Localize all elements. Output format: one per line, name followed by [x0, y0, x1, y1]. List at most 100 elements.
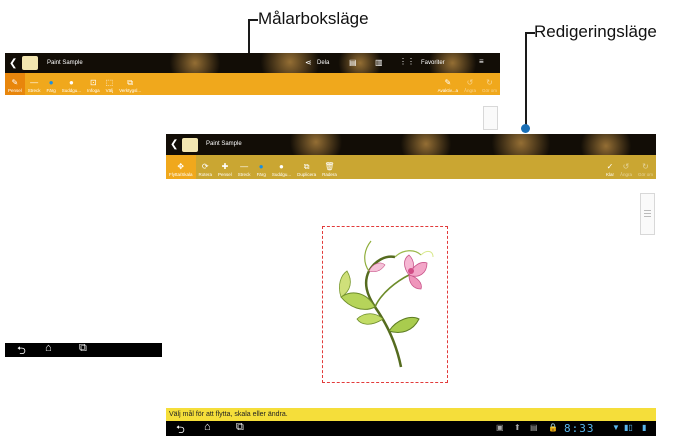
back-icon[interactable]: ❮: [170, 139, 178, 150]
redo-icon: ↻: [486, 78, 493, 87]
tool-label: Flytta/Skala: [169, 172, 193, 177]
tool-label: Ångra: [463, 88, 476, 93]
insert-icon: ⊡: [89, 78, 97, 87]
tool-label: Radera: [322, 172, 337, 177]
tool-move-scale[interactable]: ✥ Flytta/Skala: [166, 155, 196, 179]
tool-label: Färg: [46, 88, 56, 93]
tool-done[interactable]: ✓ Klar: [603, 155, 617, 179]
stroke-icon: —: [240, 162, 249, 171]
battery-icon: ▮: [642, 423, 647, 432]
select-icon: ⬚: [105, 78, 114, 87]
stroke-icon: —: [30, 78, 39, 87]
edit-toolbar: ✥ Flytta/Skala ⟳ Rotera ✚ Pensel — Streck ● F…: [166, 155, 656, 179]
clock: 8:33: [564, 422, 595, 435]
tool-color[interactable]: ● Färg: [254, 155, 269, 179]
nav-home-icon[interactable]: ⌂: [204, 421, 211, 433]
export-icon[interactable]: ▥: [375, 58, 383, 67]
color-icon: ●: [48, 78, 54, 87]
favorites-dropdown[interactable]: Favoriter: [421, 60, 445, 66]
tool-label: Välj: [105, 88, 114, 93]
save-icon[interactable]: ▤: [349, 58, 357, 67]
selection-box[interactable]: [322, 226, 448, 383]
tool-label: Rotera: [198, 172, 213, 177]
tool-label: Pensel: [218, 172, 232, 177]
tool-deactivate[interactable]: ✎ Avaktiv...a: [435, 73, 461, 95]
tool-rotate[interactable]: ⟳ Rotera: [196, 155, 216, 179]
edit-scroll-handle[interactable]: [640, 193, 655, 235]
painter-mode-callout: Målarboksläge: [258, 9, 369, 28]
tool-duplicate[interactable]: ⧉ Duplicera: [294, 155, 319, 179]
paint-scroll-handle[interactable]: [483, 106, 498, 130]
tool-insert[interactable]: ⊡ Infoga: [84, 73, 103, 95]
edit-navbar: ⮌ ⌂ ⧉ ▣ ⬆ ▤ 🔒 8:33 ▼ ▮▯ ▮: [166, 421, 656, 436]
tool-eraser[interactable]: ● Suddgu...: [269, 155, 294, 179]
tool-label: Infoga: [87, 88, 100, 93]
nav-back-icon[interactable]: ⮌: [176, 421, 185, 440]
paint-title: Paint Sample: [47, 60, 83, 66]
tool-brush[interactable]: ✚ Pensel: [215, 155, 235, 179]
wifi-icon: ▼: [612, 423, 620, 432]
tool-label: Pensel: [8, 88, 22, 93]
edit-titlebar: ❮ Paint Sample: [166, 134, 656, 155]
tool-label: Färg: [256, 172, 266, 177]
tool-toolbox[interactable]: ⧉ Verktygsl...: [116, 73, 144, 95]
undo-icon: ↺: [466, 78, 474, 87]
callout-dot: [521, 124, 530, 133]
paint-toolbar: ✎ Pensel — Streck ● Färg ● Suddgu... ⊡ Infoga…: [5, 73, 500, 95]
brush-icon: ✎: [11, 78, 19, 87]
tool-label: Gör om: [637, 172, 653, 177]
tool-color[interactable]: ● Färg: [44, 73, 59, 95]
tool-label: Klar: [605, 172, 614, 177]
tool-redo[interactable]: ↻ Gör om: [635, 155, 656, 179]
redo-icon: ↻: [642, 162, 649, 171]
undo-icon: ↺: [622, 162, 630, 171]
nav-back-icon[interactable]: ⮌: [17, 342, 26, 361]
toolbox-icon: ⧉: [127, 78, 133, 87]
screenshot-icon: ▤: [530, 423, 538, 432]
gallery-icon: ▣: [496, 423, 504, 432]
tool-label: Streck: [237, 172, 251, 177]
tool-label: Streck: [27, 88, 41, 93]
tool-label: Verktygsl...: [119, 88, 142, 93]
deactivate-icon: ✎: [444, 78, 452, 87]
share-button[interactable]: Dela: [317, 60, 329, 66]
tool-delete[interactable]: 🗑 Radera: [319, 155, 340, 179]
share-icon[interactable]: ⋖: [305, 58, 312, 67]
edit-mode-callout: Redigeringsläge: [534, 22, 657, 41]
status-message: Välj mål för att flytta, skala eller änd…: [166, 408, 656, 421]
eraser-icon: ●: [279, 162, 284, 171]
tool-stroke[interactable]: — Streck: [25, 73, 44, 95]
tool-stroke[interactable]: — Streck: [235, 155, 254, 179]
tool-select[interactable]: ⬚ Välj: [103, 73, 117, 95]
tool-redo[interactable]: ↻ Gör om: [479, 73, 500, 95]
nav-recent-icon[interactable]: ⧉: [236, 421, 244, 434]
grid-icon[interactable]: ⋮⋮: [399, 57, 415, 66]
app-icon: [182, 138, 198, 152]
nav-recent-icon[interactable]: ⧉: [79, 342, 87, 355]
tool-label: Ångra: [619, 172, 632, 177]
menu-icon[interactable]: ≡: [479, 57, 484, 66]
edit-title: Paint Sample: [206, 141, 242, 147]
duplicate-icon: ⧉: [303, 162, 310, 171]
callout-line: [525, 32, 527, 126]
lock-icon: 🔒: [548, 423, 558, 432]
tool-undo[interactable]: ↺ Ångra: [461, 73, 479, 95]
eraser-icon: ●: [69, 78, 74, 87]
nav-home-icon[interactable]: ⌂: [45, 342, 52, 354]
tool-eraser[interactable]: ● Suddgu...: [59, 73, 84, 95]
tool-label: Avaktiv...a: [437, 88, 458, 93]
tool-label: Gör om: [481, 88, 497, 93]
paint-titlebar: ❮ Paint Sample ⋖ Dela ▤ ▥ ⋮⋮ Favoriter ≡: [5, 53, 500, 73]
brush-icon: ✚: [221, 162, 229, 171]
move-icon: ✥: [177, 162, 185, 171]
paint-navbar: ⮌ ⌂ ⧉: [5, 342, 162, 357]
upload-icon: ⬆: [514, 423, 521, 432]
tool-undo[interactable]: ↺ Ångra: [617, 155, 635, 179]
trash-icon: 🗑: [324, 162, 335, 171]
app-icon: [22, 56, 38, 70]
signal-icon: ▮▯: [624, 423, 633, 432]
back-icon[interactable]: ❮: [9, 58, 17, 69]
color-icon: ●: [258, 162, 264, 171]
tool-brush[interactable]: ✎ Pensel: [5, 73, 25, 95]
check-icon: ✓: [606, 162, 614, 171]
